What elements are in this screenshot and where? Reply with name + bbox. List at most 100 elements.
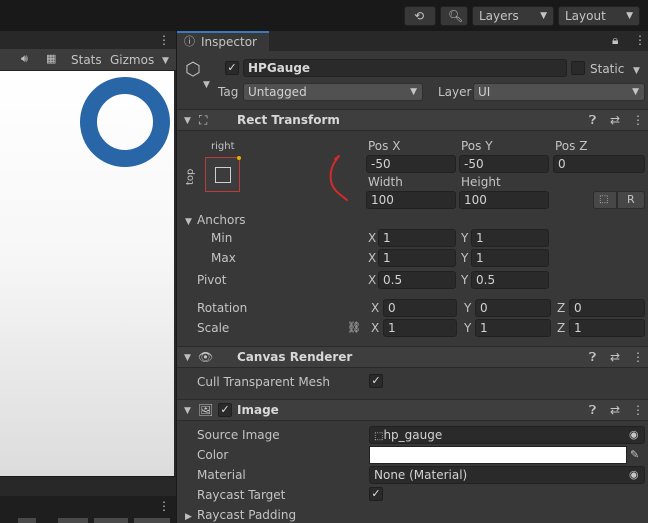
pivot-y-field[interactable]: 0.5	[471, 271, 549, 289]
audio-toggle-icon[interactable]: 🔊︎	[21, 51, 28, 67]
kebab-menu-icon[interactable]: ⋮	[634, 32, 646, 48]
tag-label: Tag	[218, 85, 239, 99]
stats-button[interactable]: Stats	[71, 52, 102, 68]
help-icon[interactable]: ❓︎	[589, 112, 596, 128]
layout-dropdown[interactable]: Layout ▼	[558, 6, 640, 26]
object-picker-icon[interactable]: ◉	[629, 427, 639, 443]
pos-z-field[interactable]: 0	[553, 155, 645, 173]
anchors-label: Anchors	[197, 213, 246, 227]
presets-icon[interactable]: ⇄	[610, 402, 620, 418]
blueprint-mode-button[interactable]: ⬚	[593, 191, 617, 209]
pos-y-field[interactable]: -50	[459, 155, 549, 173]
kebab-menu-icon[interactable]: ⋮	[632, 402, 644, 418]
active-checkbox[interactable]: ✓	[225, 61, 239, 75]
toolbar-button[interactable]	[134, 518, 170, 523]
image-enabled-checkbox[interactable]: ✓	[218, 403, 232, 417]
presets-icon[interactable]: ⇄	[610, 349, 620, 365]
constrain-proportions-icon[interactable]: ⛓︎	[347, 320, 361, 336]
section-title: Rect Transform	[237, 113, 340, 127]
image-icon: 🖼︎	[198, 403, 214, 417]
material-label: Material	[197, 468, 246, 482]
object-name-field[interactable]: HPGauge	[243, 59, 567, 77]
chevron-down-icon[interactable]: ▼	[185, 214, 192, 230]
anchor-max-x-field[interactable]: 1	[378, 249, 456, 267]
toolbar-button[interactable]	[18, 518, 36, 523]
chevron-down-icon: ▼	[626, 11, 633, 21]
scale-x-field[interactable]: 1	[383, 319, 457, 337]
rotation-y-field[interactable]: 0	[475, 299, 551, 317]
cull-transparent-mesh-label: Cull Transparent Mesh	[197, 375, 330, 389]
rect-transform-header[interactable]: ▼ ⛶ Rect Transform ❓︎ ⇄ ⋮	[177, 109, 648, 131]
eyedropper-icon[interactable]: ✎	[630, 447, 639, 463]
presets-icon[interactable]: ⇄	[610, 112, 620, 128]
help-icon[interactable]: ❓︎	[589, 349, 596, 365]
section-title: Image	[237, 403, 279, 417]
canvas-renderer-header[interactable]: ▼ 👁︎ Canvas Renderer ❓︎ ⇄ ⋮	[177, 346, 648, 368]
height-field[interactable]: 100	[459, 191, 549, 209]
chevron-down-icon[interactable]: ▼	[203, 77, 210, 93]
scene-toolbar: 🔊︎ ▦ Stats Gizmos ▼	[0, 49, 176, 71]
anchor-max-y-field[interactable]: 1	[471, 249, 549, 267]
chevron-down-icon[interactable]: ▼	[184, 350, 191, 366]
scale-z-field[interactable]: 1	[569, 319, 645, 337]
static-checkbox[interactable]	[571, 61, 585, 75]
pos-x-field[interactable]: -50	[366, 155, 456, 173]
rotation-x-field[interactable]: 0	[383, 299, 457, 317]
tag-dropdown[interactable]: Untagged ▼	[243, 83, 423, 101]
chevron-down-icon[interactable]: ▼	[184, 113, 191, 129]
hp-gauge-ring	[80, 77, 170, 167]
lock-icon[interactable]: 🔒︎	[612, 32, 618, 48]
chevron-right-icon[interactable]: ▶	[185, 509, 192, 523]
kebab-menu-icon[interactable]: ⋮	[632, 112, 644, 128]
layer-label: Layer	[438, 85, 472, 99]
cull-transparent-mesh-checkbox[interactable]: ✓	[369, 374, 383, 388]
toolbar-button[interactable]	[58, 518, 88, 523]
layers-dropdown[interactable]: Layers ▼	[472, 6, 554, 26]
inspector-tab-label: Inspector	[201, 35, 257, 49]
chevron-down-icon: ▼	[410, 87, 417, 97]
anchor-preset-square	[215, 167, 231, 183]
raycast-target-checkbox[interactable]: ✓	[369, 487, 383, 501]
grid-toggle-icon[interactable]: ▦	[46, 51, 56, 67]
search-icon: 🔍︎	[448, 9, 464, 23]
width-field[interactable]: 100	[366, 191, 456, 209]
chevron-down-icon: ▼	[540, 11, 547, 21]
help-icon[interactable]: ❓︎	[589, 402, 596, 418]
history-icon: ⟲	[414, 9, 425, 23]
width-label: Width	[368, 175, 403, 189]
toolbar-button[interactable]	[94, 518, 128, 523]
search-button[interactable]: 🔍︎	[440, 6, 468, 26]
rotation-z-field[interactable]: 0	[569, 299, 645, 317]
object-picker-icon[interactable]: ◉	[629, 467, 639, 483]
color-label: Color	[197, 448, 229, 462]
history-button[interactable]: ⟲	[404, 6, 436, 26]
pivot-x-field[interactable]: 0.5	[378, 271, 456, 289]
anchor-min-y-field[interactable]: 1	[471, 229, 549, 247]
anchor-preset-button[interactable]	[205, 156, 241, 192]
chevron-down-icon: ▼	[632, 87, 639, 97]
image-header[interactable]: ▼ 🖼︎ ✓ Image ❓︎ ⇄ ⋮	[177, 399, 648, 421]
raw-edit-button[interactable]: R	[617, 191, 645, 209]
material-field[interactable]: None (Material)	[369, 466, 645, 484]
annotation-mark	[329, 155, 348, 201]
layout-label: Layout	[565, 9, 606, 23]
gizmos-button[interactable]: Gizmos	[110, 52, 154, 68]
pos-y-label: Pos Y	[461, 139, 493, 153]
kebab-menu-icon[interactable]: ⋮	[158, 498, 170, 514]
anchor-min-x-field[interactable]: 1	[378, 229, 456, 247]
scale-label: Scale	[197, 321, 230, 335]
source-image-field[interactable]: ⬚hp_gauge	[369, 426, 645, 444]
bottom-panel-tabbar	[0, 476, 176, 496]
color-swatch[interactable]	[369, 446, 627, 464]
layer-dropdown[interactable]: UI ▼	[473, 83, 645, 101]
tab-inspector[interactable]: ⓘ Inspector	[177, 31, 269, 51]
chevron-down-icon[interactable]: ▼	[162, 53, 169, 69]
chevron-down-icon[interactable]: ▼	[184, 403, 191, 419]
chevron-down-icon[interactable]: ▼	[633, 63, 640, 79]
kebab-menu-icon[interactable]: ⋮	[632, 349, 644, 365]
static-label: Static	[590, 62, 625, 76]
eye-icon: 👁︎	[198, 350, 214, 364]
scene-view[interactable]	[0, 71, 174, 476]
kebab-menu-icon[interactable]: ⋮	[158, 32, 170, 48]
scale-y-field[interactable]: 1	[475, 319, 551, 337]
